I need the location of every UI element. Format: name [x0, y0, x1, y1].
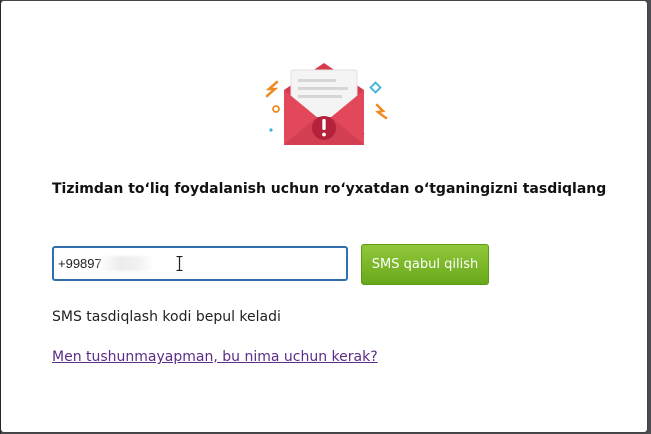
window-edge [647, 0, 651, 434]
dialog-headline: Tizimdan to‘liq foydalanish uchun ro‘yxa… [52, 181, 607, 197]
phone-number-redaction [98, 256, 154, 271]
envelope-alert-icon [265, 63, 388, 145]
phone-number-input[interactable] [52, 246, 348, 281]
sms-receive-button[interactable]: SMS qabul qilish [361, 244, 489, 285]
help-link[interactable]: Men tushunmayapman, bu nima uchun kerak? [52, 349, 378, 365]
text-cursor-icon [176, 256, 183, 271]
sms-free-note: SMS tasdiqlash kodi bepul keladi [52, 309, 281, 325]
